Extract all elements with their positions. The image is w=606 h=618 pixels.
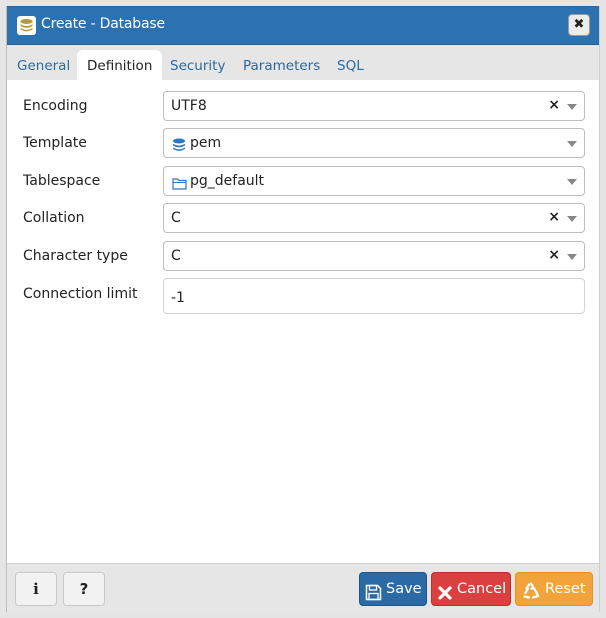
- reset-label: Reset: [545, 581, 586, 597]
- template-value: pem: [190, 135, 222, 151]
- cancel-button[interactable]: Cancel: [431, 572, 511, 606]
- connection-limit-label: Connection limit: [23, 286, 138, 302]
- database-icon: [172, 137, 186, 156]
- create-database-dialog: Create - Database ✖ General Definition S…: [6, 6, 600, 613]
- tab-general[interactable]: General: [7, 50, 80, 80]
- info-icon: i: [33, 580, 39, 598]
- close-icon: ✖: [573, 17, 585, 32]
- folder-icon: [172, 175, 187, 194]
- character-type-value: C: [171, 248, 181, 264]
- dialog-footer: i ? Save Cancel Reset: [7, 563, 599, 613]
- dialog-title: Create - Database: [41, 16, 165, 32]
- collation-value: C: [171, 210, 181, 226]
- chevron-down-icon[interactable]: [567, 179, 577, 185]
- encoding-select[interactable]: UTF8 ×: [163, 91, 585, 121]
- tablespace-label: Tablespace: [23, 173, 101, 189]
- help-button[interactable]: ?: [63, 572, 105, 606]
- reset-button[interactable]: Reset: [515, 572, 593, 606]
- database-icon: [17, 16, 36, 35]
- tab-sql[interactable]: SQL: [327, 50, 374, 80]
- save-label: Save: [386, 581, 422, 597]
- tab-parameters[interactable]: Parameters: [233, 50, 330, 80]
- collation-label: Collation: [23, 210, 85, 226]
- chevron-down-icon[interactable]: [567, 104, 577, 110]
- encoding-value: UTF8: [171, 98, 207, 114]
- connection-limit-value: -1: [171, 290, 185, 306]
- info-button[interactable]: i: [15, 572, 57, 606]
- tablespace-select[interactable]: pg_default: [163, 166, 585, 196]
- template-label: Template: [23, 135, 87, 151]
- help-icon: ?: [79, 580, 89, 598]
- clear-icon[interactable]: ×: [548, 247, 560, 263]
- tab-security[interactable]: Security: [160, 50, 235, 80]
- clear-icon[interactable]: ×: [548, 209, 560, 225]
- close-button[interactable]: ✖: [568, 14, 590, 36]
- save-icon: [365, 581, 382, 613]
- definition-panel: Encoding UTF8 × Template pem Tablespace: [7, 80, 599, 563]
- chevron-down-icon[interactable]: [567, 216, 577, 222]
- save-button[interactable]: Save: [359, 572, 427, 606]
- chevron-down-icon[interactable]: [567, 254, 577, 260]
- clear-icon[interactable]: ×: [548, 97, 560, 113]
- character-type-select[interactable]: C ×: [163, 241, 585, 271]
- recycle-icon: [522, 580, 540, 612]
- template-select[interactable]: pem: [163, 128, 585, 158]
- encoding-label: Encoding: [23, 98, 88, 114]
- cancel-label: Cancel: [457, 581, 507, 597]
- connection-limit-input[interactable]: -1: [163, 278, 585, 314]
- tablespace-value: pg_default: [190, 173, 265, 189]
- collation-select[interactable]: C ×: [163, 203, 585, 233]
- cancel-icon: [437, 581, 453, 613]
- dialog-titlebar[interactable]: Create - Database ✖: [7, 6, 599, 45]
- character-type-label: Character type: [23, 248, 128, 264]
- chevron-down-icon[interactable]: [567, 141, 577, 147]
- tab-bar: General Definition Security Parameters S…: [7, 44, 599, 80]
- tab-definition[interactable]: Definition: [77, 50, 163, 80]
